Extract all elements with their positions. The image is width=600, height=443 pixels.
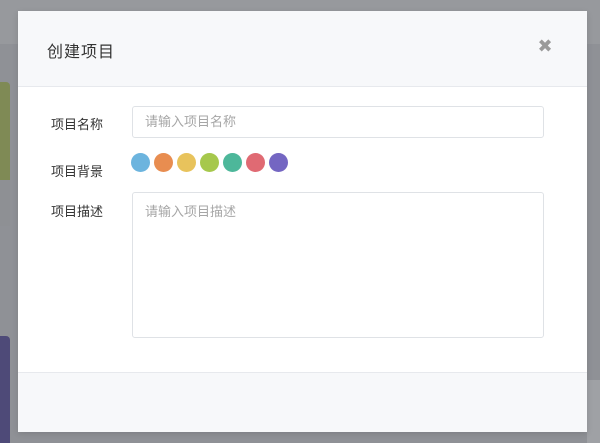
project-name-label: 项目名称 [51, 118, 104, 133]
color-swatch-teal[interactable] [223, 153, 242, 172]
background-color-picker [131, 153, 288, 172]
color-swatch-orange[interactable] [154, 153, 173, 172]
background-page-edge [587, 380, 600, 443]
create-project-dialog: 创建项目 ✖ 项目名称 项目背景 项目描述 [18, 11, 587, 432]
project-background-label: 项目背景 [51, 165, 104, 180]
color-swatch-purple[interactable] [269, 153, 288, 172]
background-project-card [0, 336, 10, 443]
color-swatch-blue[interactable] [131, 153, 150, 172]
dialog-footer [18, 372, 587, 432]
project-description-textarea[interactable] [132, 192, 544, 338]
background-project-card [0, 82, 10, 226]
project-description-row: 项目描述 [18, 192, 587, 338]
dialog-header: 创建项目 ✖ [18, 11, 587, 87]
project-background-row: 项目背景 [18, 153, 587, 180]
color-swatch-red[interactable] [246, 153, 265, 172]
close-icon[interactable]: ✖ [537, 37, 553, 57]
project-name-input[interactable] [132, 106, 544, 138]
project-name-row: 项目名称 [18, 106, 587, 138]
dialog-title: 创建项目 [47, 42, 116, 61]
background-project-card-footer [0, 180, 10, 226]
color-swatch-yellow[interactable] [177, 153, 196, 172]
project-description-label: 项目描述 [51, 205, 104, 220]
color-swatch-green[interactable] [200, 153, 219, 172]
